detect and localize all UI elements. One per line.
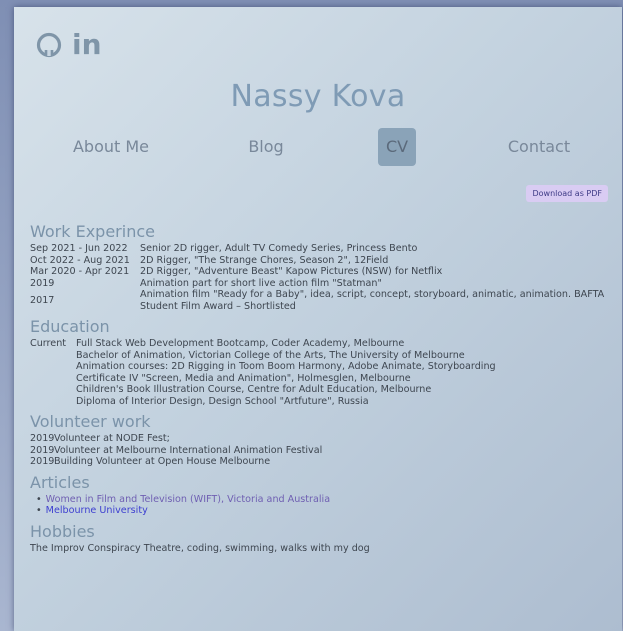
education-date	[30, 396, 76, 408]
volunteer-date: 2019	[30, 456, 55, 467]
work-list: Sep 2021 - Jun 2022 Senior 2D rigger, Ad…	[30, 243, 610, 312]
education-item: Current Full Stack Web Development Bootc…	[30, 338, 610, 350]
volunteer-item: 2019 Building Volunteer at Open House Me…	[30, 456, 610, 468]
work-date: Oct 2022 - Aug 2021	[30, 254, 130, 266]
education-date	[30, 373, 76, 385]
work-item: 2017 Animation film "Ready for a Baby", …	[30, 289, 610, 312]
volunteer-desc: Volunteer at Melbourne International Ani…	[54, 444, 323, 456]
education-item: Animation courses: 2D Rigging in Toom Bo…	[30, 361, 610, 373]
github-icon[interactable]	[36, 32, 62, 58]
education-date	[30, 350, 76, 362]
work-item: 2019 Animation part for short live actio…	[30, 278, 610, 290]
education-list: Current Full Stack Web Development Bootc…	[30, 338, 610, 407]
main-nav: About Me Blog CV Contact	[14, 127, 622, 167]
volunteer-date: 2019	[30, 444, 55, 456]
education-date	[30, 384, 76, 396]
education-date: Current	[30, 338, 67, 349]
volunteer-desc: Volunteer at NODE Fest;	[54, 433, 170, 444]
work-desc: Animation film "Ready for a Baby", idea,…	[140, 289, 605, 312]
education-date	[30, 361, 76, 373]
education-item: Bachelor of Animation, Victorian College…	[30, 350, 610, 362]
list-item: Melbourne University	[36, 505, 610, 517]
nav-blog[interactable]: Blog	[248, 127, 283, 167]
work-desc: Senior 2D rigger, Adult TV Comedy Series…	[140, 243, 418, 254]
nav-contact[interactable]: Contact	[508, 127, 570, 167]
article-link-melbourne-university[interactable]: Melbourne University	[46, 505, 148, 516]
work-desc: 2D Rigger, "The Strange Chores, Season 2…	[140, 254, 389, 266]
page-title: Nassy Kova	[230, 79, 406, 114]
education-desc: Bachelor of Animation, Victorian College…	[76, 349, 465, 361]
education-desc: Animation courses: 2D Rigging in Toom Bo…	[76, 361, 496, 372]
work-item: Mar 2020 - Apr 2021 2D Rigger, "Adventur…	[30, 266, 610, 278]
hobbies-text: The Improv Conspiracy Theatre, coding, s…	[30, 542, 370, 554]
volunteer-item: 2019 Volunteer at Melbourne Internationa…	[30, 445, 610, 457]
education-item: Children's Book Illustration Course, Cen…	[30, 384, 610, 396]
work-date: 2017	[30, 294, 55, 306]
work-desc: Animation part for short live action fil…	[140, 277, 382, 289]
social-links: in	[36, 31, 102, 59]
education-desc: Children's Book Illustration Course, Cen…	[76, 384, 432, 395]
work-item: Sep 2021 - Jun 2022 Senior 2D rigger, Ad…	[30, 243, 610, 255]
linkedin-icon[interactable]: in	[72, 31, 102, 59]
section-title-articles: Articles	[30, 472, 90, 492]
volunteer-list: 2019 Volunteer at NODE Fest; 2019 Volunt…	[30, 433, 610, 468]
education-desc: Full Stack Web Development Bootcamp, Cod…	[76, 338, 405, 349]
work-date: Mar 2020 - Apr 2021	[30, 266, 130, 277]
work-desc: 2D Rigger, "Adventure Beast" Kapow Pictu…	[140, 266, 443, 277]
work-item: Oct 2022 - Aug 2021 2D Rigger, "The Stra…	[30, 255, 610, 267]
volunteer-desc: Building Volunteer at Open House Melbour…	[54, 456, 271, 467]
section-title-work: Work Experince	[30, 222, 155, 241]
volunteer-item: 2019 Volunteer at NODE Fest;	[30, 433, 610, 445]
work-date: Sep 2021 - Jun 2022	[30, 243, 128, 254]
nav-about-me[interactable]: About Me	[73, 127, 149, 167]
cv-content: Work Experince Sep 2021 - Jun 2022 Senio…	[30, 221, 610, 555]
cv-page: in Nassy Kova About Me Blog CV Contact D…	[14, 7, 622, 631]
work-date: 2019	[30, 277, 55, 289]
section-title-education: Education	[30, 317, 110, 336]
nav-cv[interactable]: CV	[378, 128, 416, 166]
education-desc: Certificate IV "Screen, Media and Animat…	[76, 372, 411, 384]
articles-list: Women in Film and Television (WIFT), Vic…	[30, 494, 610, 517]
article-link-wift[interactable]: Women in Film and Television (WIFT), Vic…	[46, 494, 330, 505]
education-item: Diploma of Interior Design, Design Schoo…	[30, 396, 610, 408]
download-pdf-button[interactable]: Download as PDF	[526, 185, 608, 202]
section-title-hobbies: Hobbies	[30, 521, 95, 541]
education-item: Certificate IV "Screen, Media and Animat…	[30, 373, 610, 385]
volunteer-date: 2019	[30, 433, 55, 444]
section-title-volunteer: Volunteer work	[30, 412, 151, 431]
list-item: Women in Film and Television (WIFT), Vic…	[36, 494, 610, 506]
education-desc: Diploma of Interior Design, Design Schoo…	[76, 395, 369, 407]
